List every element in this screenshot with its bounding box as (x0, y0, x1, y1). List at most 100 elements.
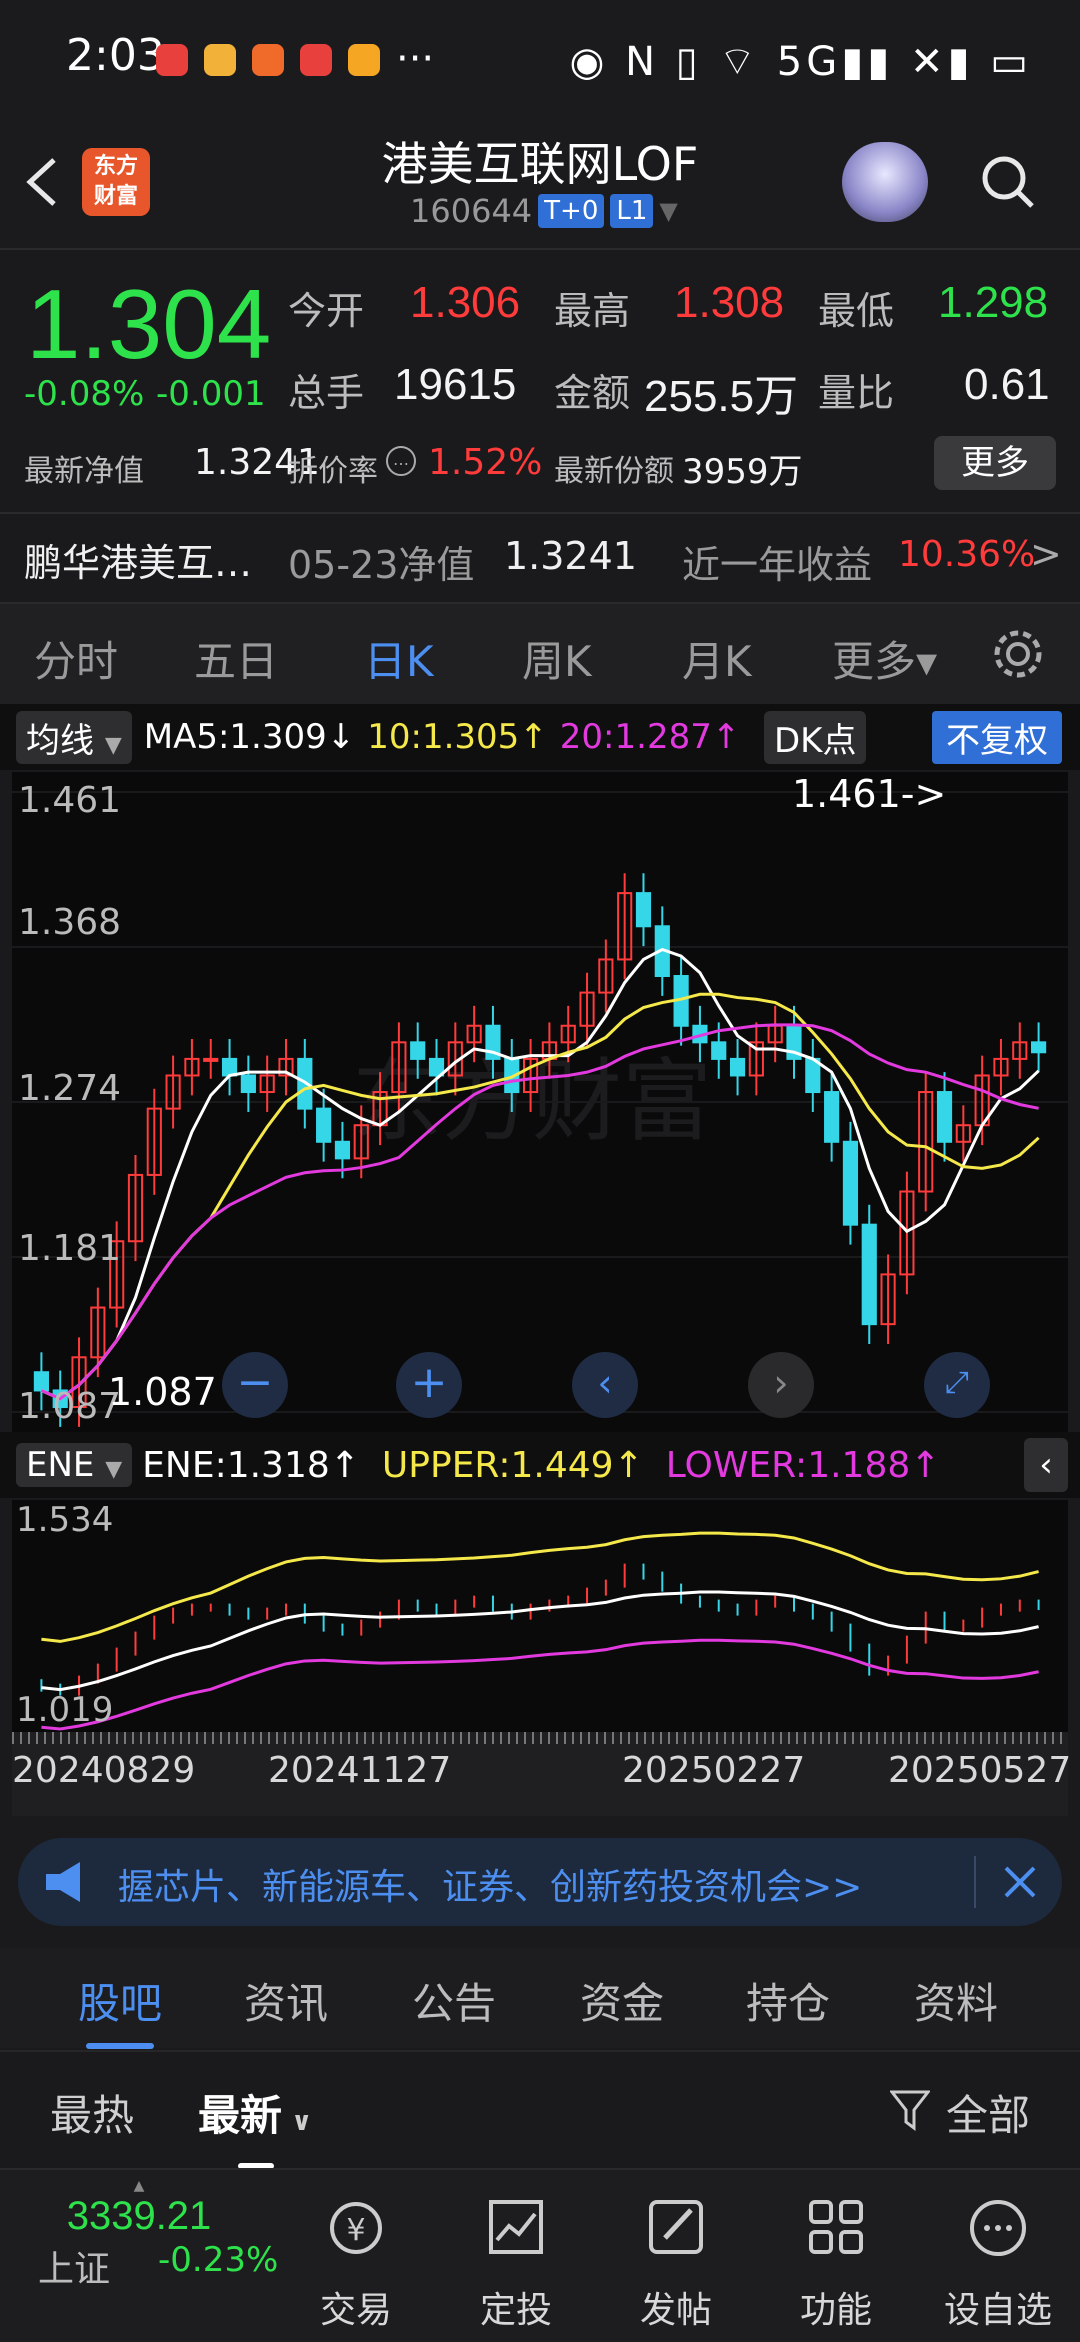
y-label: 1.087 (18, 1386, 122, 1427)
upper-value: UPPER:1.449↑ (381, 1444, 644, 1486)
index-change: -0.23% (158, 2240, 279, 2280)
scroll-right-icon[interactable]: › (748, 1352, 814, 1418)
date-axis: 20240829 20241127 20250227 20250527 (12, 1732, 1072, 1816)
y-label: 1.181 (18, 1228, 122, 1269)
nav-functions[interactable]: 功能 (776, 2196, 896, 2333)
candle (1031, 1041, 1047, 1054)
candle (410, 1041, 426, 1060)
sort-hot[interactable]: 最热 (50, 2082, 134, 2143)
app-notification-icon (156, 44, 188, 76)
adjust-button[interactable]: 不复权 (932, 710, 1062, 764)
fund-info-row[interactable]: 鹏华港美互… 05-23净值 1.3241 近一年收益 10.36% > (0, 512, 1080, 602)
nav-trade[interactable]: ¥ 交易 (296, 2196, 416, 2333)
high-value: 1.308 (674, 278, 785, 327)
tab-more[interactable]: 更多▾ (832, 628, 937, 689)
status-bar: 2:03 ··· ◉ N ▯ ⌔ 5G▮▮ ✕▮ ▭ (0, 0, 1080, 120)
promo-banner[interactable]: 握芯片、新能源车、证券、创新药投资机会>> (18, 1838, 1062, 1926)
min-annotation: 1.087 (108, 1370, 217, 1414)
grid-icon (809, 2200, 863, 2254)
tab-funds[interactable]: 资金 (580, 1970, 664, 2031)
nav-post[interactable]: 发帖 (616, 2196, 736, 2333)
ma-indicator-bar: 均线 ▼ MA5:1.309↓ 10:1.305↑ 20:1.287↑ DK点 … (0, 704, 1080, 770)
volume-value: 19615 (394, 360, 517, 409)
tab-monthly-k[interactable]: 月K (682, 628, 752, 689)
discount-value: 1.52% (428, 442, 543, 483)
ene-indicator-bar: ENE ▼ ENE:1.318↑ UPPER:1.449↑ LOWER:1.18… (0, 1432, 1080, 1498)
zoom-out-icon[interactable]: − (222, 1352, 288, 1418)
edit-icon (649, 2200, 703, 2254)
close-icon[interactable] (1002, 1864, 1038, 1900)
low-label: 最低 (818, 289, 895, 333)
nav-date-label: 05-23净值 (288, 543, 475, 587)
assistant-robot-icon[interactable] (842, 142, 928, 222)
ene-value: ENE:1.318↑ (142, 1444, 360, 1486)
candle (221, 1057, 238, 1077)
tab-announcements[interactable]: 公告 (412, 1970, 496, 2031)
ene-chart[interactable]: 1.534 1.019 (12, 1500, 1068, 1732)
zoom-in-icon[interactable]: + (396, 1352, 462, 1418)
chart-icon (489, 2200, 543, 2254)
candle (936, 1091, 953, 1143)
tab-guba[interactable]: 股吧 (78, 1970, 162, 2049)
status-icons: ◉ N ▯ ⌔ 5G▮▮ ✕▮ ▭ (569, 39, 1032, 85)
app-notification-icon (300, 44, 332, 76)
kline-chart[interactable]: 东方财富 1.461 1.368 1.274 1.181 1.087 1.461… (12, 772, 1068, 1432)
nav-add-watchlist[interactable]: 设自选 (938, 2196, 1058, 2333)
gear-icon[interactable] (990, 626, 1046, 682)
candle (316, 1107, 332, 1143)
ene-selector[interactable]: ENE ▼ (16, 1443, 133, 1487)
tab-intraday[interactable]: 分时 (34, 628, 118, 689)
banner-text: 握芯片、新能源车、证券、创新药投资机会>> (118, 1867, 863, 1908)
date-label: 20250527 (888, 1750, 1072, 1791)
collapse-icon[interactable]: ‹ (1024, 1438, 1068, 1492)
y-label: 1.461 (18, 780, 122, 821)
year-return-value: 10.36% (898, 534, 1036, 575)
tab-news[interactable]: 资讯 (244, 1970, 328, 2031)
filter-icon[interactable] (890, 2088, 930, 2134)
svg-text:¥: ¥ (346, 2213, 365, 2248)
more-button[interactable]: 更多 (934, 436, 1056, 490)
status-time: 2:03 (66, 30, 165, 81)
nav-label: 最新净值 (24, 454, 144, 489)
candle (203, 1057, 219, 1062)
index-ticker[interactable]: ▲ 3339.21 (34, 2178, 244, 2239)
l1-badge: L1 (610, 194, 654, 228)
open-value: 1.306 (410, 278, 521, 327)
tab-holdings[interactable]: 持仓 (746, 1970, 830, 2031)
fund-code-row[interactable]: 160644 T+0 L1 ▼ (410, 192, 678, 230)
filter-all[interactable]: 全部 (946, 2082, 1030, 2143)
notification-icon (252, 44, 284, 76)
discount-label: 折价率 (288, 454, 378, 489)
amount-value: 255.5万 (644, 372, 799, 421)
sort-new[interactable]: 最新 ∨ (198, 2082, 312, 2169)
candle (334, 1140, 351, 1160)
info-icon[interactable]: … (386, 446, 416, 476)
tab-five-day[interactable]: 五日 (194, 628, 278, 689)
date-label: 20240829 (12, 1750, 196, 1791)
low-value: 1.298 (938, 278, 1049, 327)
search-icon[interactable] (980, 154, 1036, 210)
dk-point-button[interactable]: DK点 (764, 710, 867, 764)
ene-canvas (40, 1531, 1040, 1731)
tab-profile[interactable]: 资料 (914, 1970, 998, 2031)
ma10-value: 10:1.305↑ (367, 717, 548, 757)
candle (729, 1057, 746, 1077)
ma-selector[interactable]: 均线 ▼ (16, 710, 132, 764)
share-label: 最新份额 (554, 454, 674, 489)
fullscreen-icon[interactable]: ⤢ (924, 1352, 990, 1418)
tab-daily-k[interactable]: 日K (364, 628, 434, 713)
quote-panel: 1.304 -0.08% -0.001 今开 1.306 最高 1.308 最低… (0, 250, 1080, 600)
ma20-value: 20:1.287↑ (559, 717, 741, 757)
candle (635, 892, 652, 928)
nav-invest-plan[interactable]: 定投 (456, 2196, 576, 2333)
date-label: 20241127 (268, 1750, 452, 1791)
last-price: 1.304 (26, 269, 272, 379)
scroll-left-icon[interactable]: ‹ (572, 1352, 638, 1418)
open-label: 今开 (288, 289, 365, 333)
fund-code: 160644 (410, 192, 533, 230)
volume-label: 总手 (288, 371, 365, 415)
candle (842, 1140, 859, 1226)
ene-y-top: 1.534 (16, 1500, 114, 1540)
tab-weekly-k[interactable]: 周K (522, 628, 592, 689)
ene-y-bottom: 1.019 (16, 1690, 114, 1730)
